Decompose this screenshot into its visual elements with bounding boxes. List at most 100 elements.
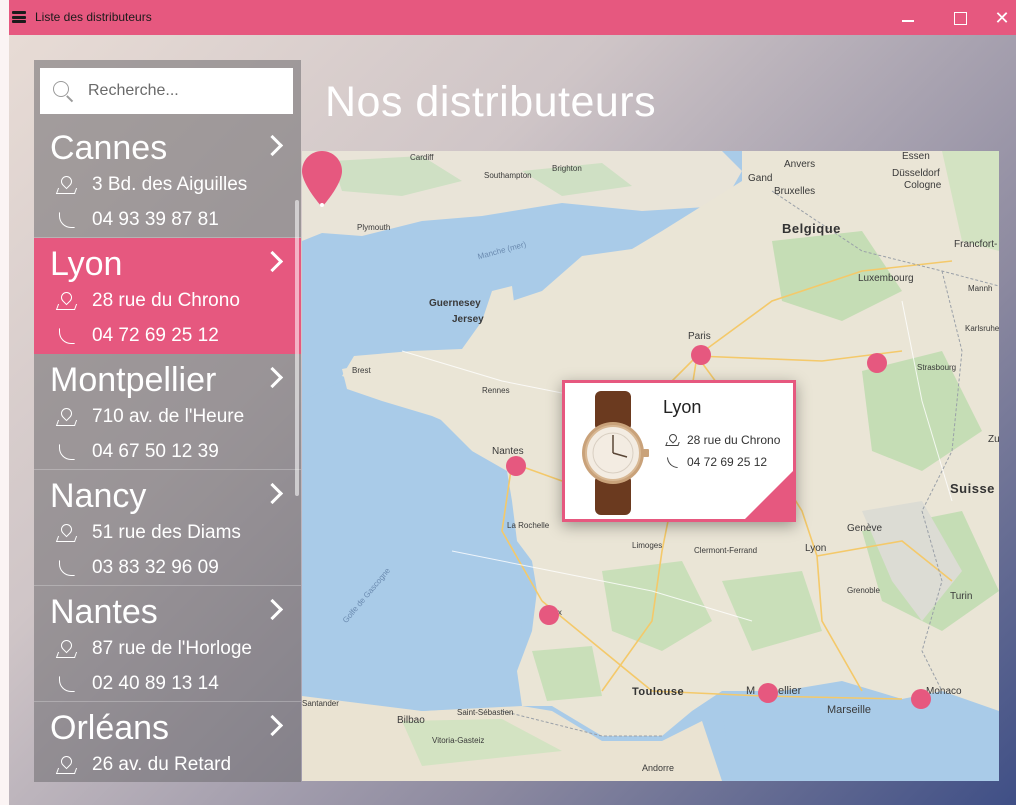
map-label-paris: Paris xyxy=(688,331,711,342)
address-row: 710 av. de l'Heure xyxy=(56,406,244,428)
map-label-dusseldorf: Düsseldorf xyxy=(892,168,940,179)
close-button[interactable]: ✕ xyxy=(991,8,1013,29)
distributor-list: Cannes 3 Bd. des Aiguilles 04 93 39 87 8… xyxy=(34,122,301,782)
address-text: 3 Bd. des Aiguilles xyxy=(92,174,248,195)
list-item-orleans[interactable]: Orléans 26 av. du Retard xyxy=(34,702,301,782)
map-label-mannheim: Mannh xyxy=(968,284,993,293)
map-marker-cannes[interactable] xyxy=(911,689,931,709)
title-bar[interactable]: Liste des distributeurs ✕ xyxy=(9,0,1016,35)
window-title: Liste des distributeurs xyxy=(35,10,152,24)
map-label-anvers: Anvers xyxy=(784,159,816,170)
list-item-montpellier[interactable]: Montpellier 710 av. de l'Heure 04 67 50 … xyxy=(34,354,301,470)
map-label-strasbourg: Strasbourg xyxy=(917,363,957,372)
app-window: Liste des distributeurs ✕ Cannes 3 Bd. d… xyxy=(9,0,1016,805)
phone-icon xyxy=(56,674,76,694)
city-name: Montpellier xyxy=(50,361,217,399)
phone-icon xyxy=(666,456,678,468)
city-name: Nancy xyxy=(50,477,147,515)
phone-text: 03 83 32 96 09 xyxy=(92,557,219,578)
map-marker-nancy[interactable] xyxy=(867,353,887,373)
map-label-nantes: Nantes xyxy=(492,446,524,457)
map-marker-lyon-selected[interactable] xyxy=(302,151,342,207)
map-marker-paris[interactable] xyxy=(691,345,711,365)
popup-phone-row: 04 72 69 25 12 xyxy=(666,455,767,469)
list-item-nantes[interactable]: Nantes 87 rue de l'Horloge 02 40 89 13 1… xyxy=(34,586,301,702)
phone-icon xyxy=(56,210,76,230)
map-marker-montpellier[interactable] xyxy=(758,683,778,703)
popup-corner-accent xyxy=(745,471,793,519)
popup-city-name: Lyon xyxy=(663,397,702,417)
chevron-right-icon xyxy=(263,250,283,274)
map-label-marseille: Marseille xyxy=(827,704,872,716)
map-label-andorre: Andorre xyxy=(642,763,675,773)
map-label-toulouse: Toulouse xyxy=(632,686,685,698)
city-name: Cannes xyxy=(50,129,168,167)
search-input[interactable] xyxy=(88,82,278,100)
address-row: 28 rue du Chrono xyxy=(56,290,240,312)
city-name: Lyon xyxy=(50,245,123,283)
map-label-luxembourg: Luxembourg xyxy=(858,273,914,284)
map-label-karlsruhe: Karlsruhe xyxy=(965,324,999,333)
address-row: 51 rue des Diams xyxy=(56,522,241,544)
map-label-clermont: Clermont-Ferrand xyxy=(694,546,758,555)
location-pin-icon xyxy=(56,639,76,659)
map-label-montpellier-rest: ellier xyxy=(778,685,802,697)
chevron-right-icon xyxy=(263,366,283,390)
chevron-right-icon xyxy=(263,134,283,158)
chevron-right-icon xyxy=(263,598,283,622)
address-row: 3 Bd. des Aiguilles xyxy=(56,174,247,196)
map-label-bruxelles: Bruxelles xyxy=(774,186,816,197)
menu-icon[interactable] xyxy=(12,11,26,23)
list-item-lyon[interactable]: Lyon 28 rue du Chrono 04 72 69 25 12 xyxy=(34,238,301,354)
address-row: 26 av. du Retard xyxy=(56,754,231,776)
map-label-guernesey: Guernesey xyxy=(429,298,481,309)
address-text: 710 av. de l'Heure xyxy=(92,406,245,427)
map-label-limoges: Limoges xyxy=(632,541,663,550)
location-pin-icon xyxy=(56,175,76,195)
map-label-plymouth: Plymouth xyxy=(357,223,391,232)
phone-row: 04 67 50 12 39 xyxy=(56,441,219,463)
phone-row: 03 83 32 96 09 xyxy=(56,557,219,579)
map-label-rennes: Rennes xyxy=(482,386,510,395)
map-label-grenoble: Grenoble xyxy=(847,586,880,595)
map-label-suisse: Suisse xyxy=(950,481,995,496)
map-label-saint-sebastien: Saint-Sébastien xyxy=(457,708,514,717)
list-item-nancy[interactable]: Nancy 51 rue des Diams 03 83 32 96 09 xyxy=(34,470,301,586)
maximize-button[interactable] xyxy=(949,8,971,28)
map-label-bilbao: Bilbao xyxy=(397,715,425,726)
search-box[interactable] xyxy=(40,68,293,114)
map-label-montpellier-m: M xyxy=(746,685,756,697)
address-row: 87 rue de l'Horloge xyxy=(56,638,252,660)
minimize-button[interactable] xyxy=(897,8,919,28)
phone-text: 04 93 39 87 81 xyxy=(92,209,219,230)
phone-text: 04 67 50 12 39 xyxy=(92,441,219,462)
map-marker-nantes[interactable] xyxy=(506,456,526,476)
list-scrollbar[interactable] xyxy=(295,200,299,496)
distributor-popup-card[interactable]: Lyon 28 rue du Chrono 04 72 69 25 12 xyxy=(562,380,796,522)
map-label-turin: Turin xyxy=(950,591,973,602)
map-label-belgique: Belgique xyxy=(782,221,841,236)
map-label-zurich: Zuri xyxy=(988,434,999,445)
phone-text: 02 40 89 13 14 xyxy=(92,673,219,694)
location-pin-icon xyxy=(56,755,76,775)
popup-phone-text: 04 72 69 25 12 xyxy=(687,455,768,469)
phone-icon xyxy=(56,326,76,346)
phone-text: 04 72 69 25 12 xyxy=(92,325,219,346)
page-title: Nos distributeurs xyxy=(325,78,657,126)
chevron-right-icon xyxy=(263,482,283,506)
address-text: 28 rue du Chrono xyxy=(92,290,240,311)
city-name: Nantes xyxy=(50,593,158,631)
location-pin-icon xyxy=(666,434,678,446)
address-text: 51 rue des Diams xyxy=(92,522,241,543)
address-text: 26 av. du Retard xyxy=(92,754,232,775)
phone-row: 04 72 69 25 12 xyxy=(56,325,219,347)
map-label-lyon: Lyon xyxy=(805,543,827,554)
list-item-cannes[interactable]: Cannes 3 Bd. des Aiguilles 04 93 39 87 8… xyxy=(34,122,301,238)
map-label-southampton: Southampton xyxy=(484,171,532,180)
address-text: 87 rue de l'Horloge xyxy=(92,638,252,659)
map-label-cologne: Cologne xyxy=(904,180,942,191)
map-marker-bordeaux[interactable] xyxy=(539,605,559,625)
phone-row: 02 40 89 13 14 xyxy=(56,673,219,695)
map-label-jersey: Jersey xyxy=(452,314,484,325)
map-label-cardiff: Cardiff xyxy=(410,153,434,162)
